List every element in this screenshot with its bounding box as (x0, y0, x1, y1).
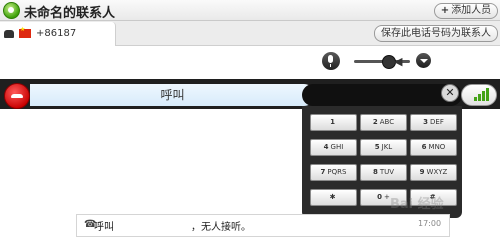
speaker-icon: ◀ (394, 55, 403, 68)
signal-bar (474, 97, 477, 101)
dialpad-key-5[interactable]: 5 JKL (360, 139, 407, 156)
signal-bar (482, 91, 485, 101)
dialpad-key-6[interactable]: 6 MNO (410, 139, 457, 156)
watermark: Bai 经验 (390, 197, 444, 212)
call-status-text: 呼叫 (160, 88, 185, 102)
dialpad-key-4[interactable]: 4 GHI (310, 139, 357, 156)
save-number-button[interactable]: 保存此电话号码为联系人 (374, 25, 498, 42)
signal-bar (486, 88, 489, 101)
call-history-time: 17:00 (418, 219, 442, 228)
dialpad-key-8[interactable]: 8 TUV (360, 164, 407, 181)
phone-icon (4, 30, 14, 38)
plus-icon: + (440, 5, 450, 16)
add-people-button[interactable]: + 添加人员 (434, 3, 498, 19)
dialpad-key-7[interactable]: 7 PQRS (310, 164, 357, 181)
close-dialpad-icon[interactable]: ✕ (441, 84, 459, 102)
contact-title: 未命名的联系人 (24, 6, 116, 21)
signal-bar (478, 94, 481, 101)
skype-logo-icon (3, 2, 20, 19)
call-history-label: 呼叫 (94, 222, 114, 233)
hang-up-button[interactable] (4, 83, 30, 109)
call-quality-button[interactable] (461, 84, 497, 106)
dialpad-key-3[interactable]: 3 DEF (410, 114, 457, 131)
dialpad-key-9[interactable]: 9 WXYZ (410, 164, 457, 181)
china-flag-icon (19, 26, 31, 38)
call-history-text: ，无人接听。 (191, 222, 251, 233)
microphone-icon[interactable] (322, 52, 340, 70)
audio-settings-dropdown-icon[interactable] (416, 53, 431, 68)
dial-input[interactable] (302, 84, 462, 106)
dialpad-key-2[interactable]: 2 ABC (360, 114, 407, 131)
phone-number: +86187 (36, 28, 77, 39)
call-history-item (76, 214, 450, 237)
dialpad-key-star[interactable]: ✱ (310, 189, 357, 206)
dialpad-key-1[interactable]: 1 (310, 114, 357, 131)
add-people-label: 添加人员 (451, 5, 492, 16)
